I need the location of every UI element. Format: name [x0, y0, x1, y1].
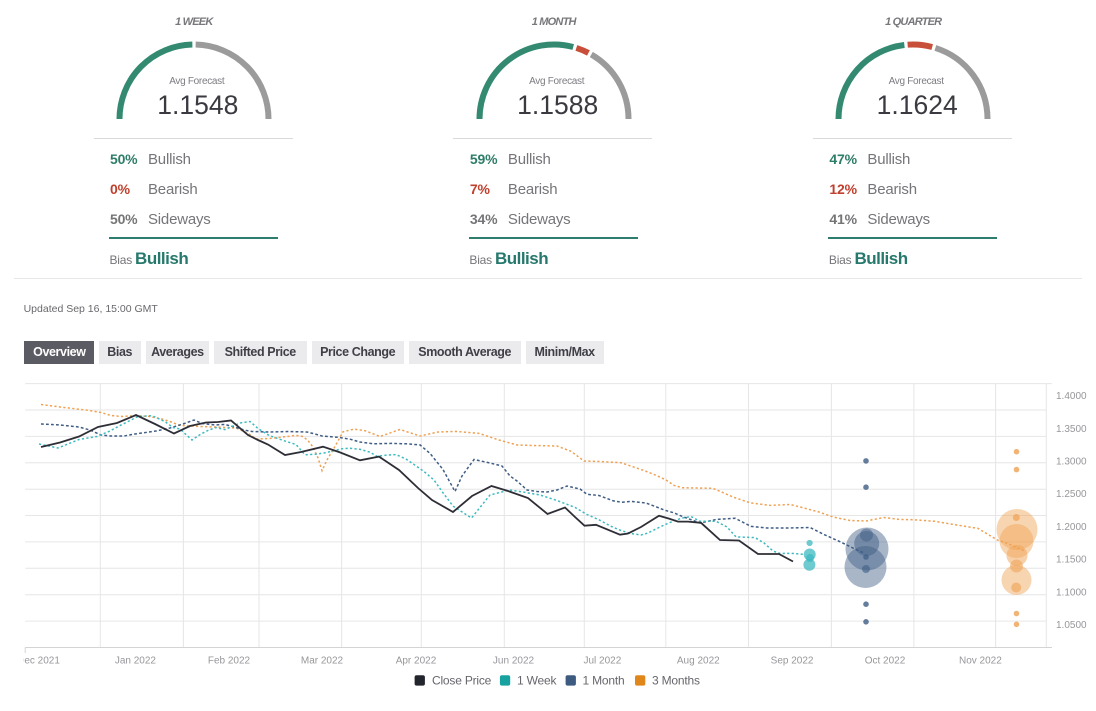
- svg-text:1 Week: 1 Week: [517, 674, 557, 688]
- svg-text:Nov 2022: Nov 2022: [959, 656, 1002, 667]
- svg-text:Apr 2022: Apr 2022: [396, 656, 437, 667]
- svg-text:Jul 2022: Jul 2022: [583, 656, 621, 667]
- svg-text:Jan 2022: Jan 2022: [115, 656, 157, 667]
- svg-text:3 Months: 3 Months: [652, 674, 700, 688]
- svg-text:1 Month: 1 Month: [583, 674, 625, 688]
- svg-text:Aug 2022: Aug 2022: [677, 656, 720, 667]
- svg-text:Mar 2022: Mar 2022: [301, 656, 344, 667]
- svg-text:Oct 2022: Oct 2022: [865, 656, 906, 667]
- svg-text:Feb 2022: Feb 2022: [208, 656, 251, 667]
- svg-text:1.2500: 1.2500: [1056, 489, 1087, 500]
- svg-text:1.0500: 1.0500: [1056, 620, 1087, 631]
- svg-text:1.1000: 1.1000: [1056, 587, 1087, 598]
- svg-text:1.1500: 1.1500: [1056, 555, 1087, 566]
- svg-text:Jun 2022: Jun 2022: [493, 656, 535, 667]
- svg-text:Sep 2022: Sep 2022: [771, 656, 814, 667]
- svg-text:1.3000: 1.3000: [1056, 457, 1087, 468]
- svg-text:1.4000: 1.4000: [1056, 391, 1087, 402]
- svg-text:Close Price: Close Price: [432, 674, 492, 688]
- svg-text:1.3500: 1.3500: [1056, 424, 1087, 435]
- svg-text:1.2000: 1.2000: [1056, 522, 1087, 533]
